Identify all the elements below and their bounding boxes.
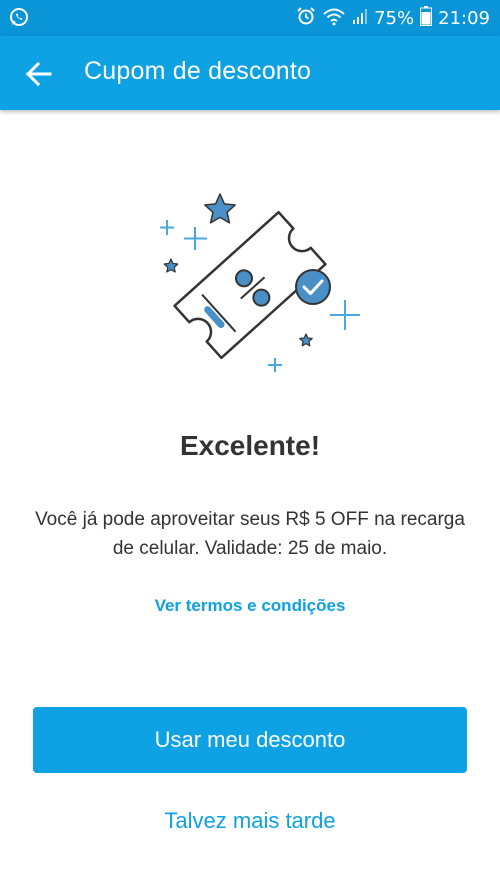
- signal-icon: [352, 7, 368, 30]
- battery-icon: [420, 5, 433, 31]
- whatsapp-icon: [8, 6, 30, 33]
- clock: 21:09: [438, 7, 490, 29]
- arrow-left-icon: [25, 61, 52, 87]
- back-button[interactable]: [20, 54, 60, 94]
- alarm-icon: [296, 6, 316, 31]
- status-bar: 75% 21:09: [0, 0, 500, 36]
- discount-coupon-illustration: [160, 193, 360, 372]
- use-discount-button[interactable]: Usar meu desconto: [33, 707, 467, 773]
- check-icon: [295, 269, 331, 305]
- headline: Excelente!: [179, 430, 321, 461]
- page-title: Cupom de desconto: [84, 57, 312, 85]
- discount-message: Você já pode aproveitar seus R$ 5 OFF na…: [35, 509, 465, 559]
- app-bar: Cupom de desconto: [0, 36, 500, 110]
- battery-percent: 75%: [374, 7, 415, 29]
- terms-link[interactable]: Ver termos e condições: [0, 596, 500, 616]
- use-discount-label: Usar meu desconto: [154, 727, 346, 752]
- maybe-later-link[interactable]: Talvez mais tarde: [0, 808, 500, 834]
- wifi-icon: [322, 6, 346, 31]
